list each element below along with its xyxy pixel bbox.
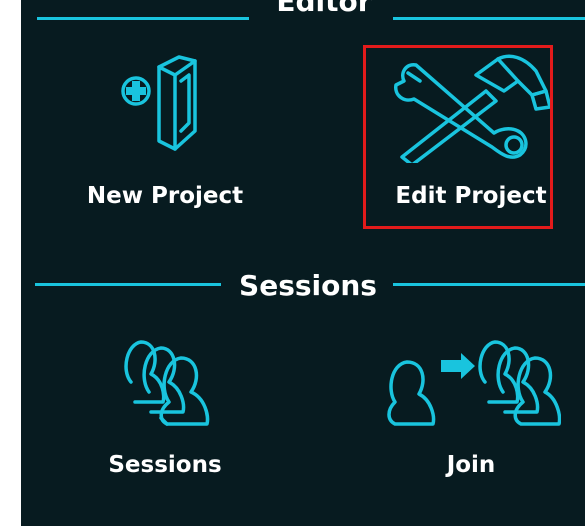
header-divider-right bbox=[393, 283, 585, 286]
edit-project-label: Edit Project bbox=[395, 183, 547, 209]
editor-section-header: Editor bbox=[21, 0, 585, 40]
join-label: Join bbox=[446, 452, 496, 478]
join-icon bbox=[387, 340, 561, 426]
sessions-button[interactable]: Sessions bbox=[65, 320, 265, 510]
sessions-section-header: Sessions bbox=[21, 266, 585, 306]
new-project-button[interactable]: New Project bbox=[65, 45, 265, 235]
header-divider-left bbox=[35, 283, 221, 286]
edit-project-icon bbox=[394, 54, 552, 163]
header-divider-right bbox=[393, 17, 585, 20]
new-project-label: New Project bbox=[86, 183, 244, 209]
edit-project-button[interactable]: Edit Project bbox=[371, 45, 571, 235]
sessions-section-title: Sessions bbox=[239, 269, 377, 302]
new-project-icon bbox=[121, 55, 197, 151]
editor-section-title: Editor bbox=[276, 0, 372, 18]
main-menu-panel: Editor New Project Edit Project Sessions… bbox=[21, 0, 585, 526]
sessions-label: Sessions bbox=[108, 452, 222, 478]
header-divider-left bbox=[37, 17, 249, 20]
join-button[interactable]: Join bbox=[371, 320, 571, 510]
sessions-icon bbox=[124, 340, 210, 426]
